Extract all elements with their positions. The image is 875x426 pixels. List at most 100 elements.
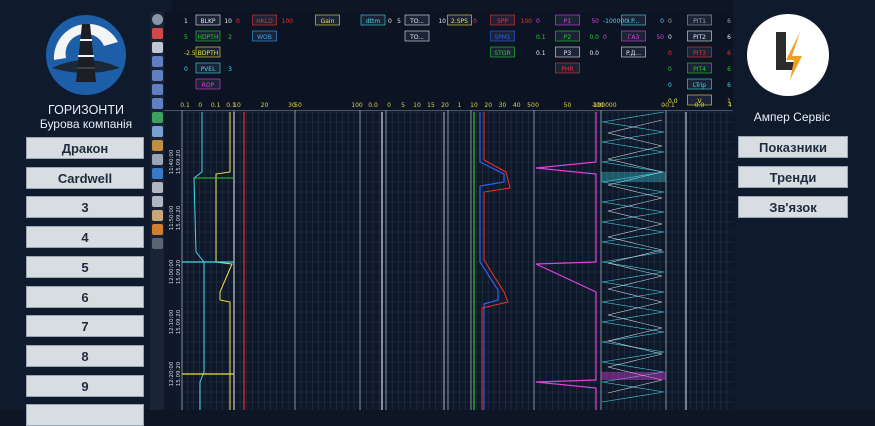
channel-name: I.P...	[627, 18, 639, 25]
channel-max: 50	[656, 34, 664, 41]
prev-page-icon[interactable]	[152, 70, 163, 81]
tools-icon[interactable]	[152, 224, 163, 235]
last-page-icon[interactable]	[152, 98, 163, 109]
indicators-button[interactable]: Показники	[738, 136, 848, 158]
channel-max: 3	[228, 66, 232, 73]
channel-name: HKLD	[256, 18, 273, 25]
channel-min: 0	[668, 82, 672, 89]
time-label-time: 12:00:00	[169, 259, 175, 284]
company-subtitle: Бурова компанія	[39, 117, 133, 131]
scale-tick: 0.1	[211, 102, 221, 109]
channel-name: BDPTH	[198, 50, 219, 57]
scale-tick: 10	[413, 102, 421, 109]
nav-button-5[interactable]: 5	[26, 256, 144, 278]
channel-min: 0	[603, 34, 607, 41]
zoom-icon[interactable]	[152, 112, 163, 123]
nav-button-8[interactable]: 8	[26, 345, 144, 367]
channel-max: 6	[727, 34, 731, 41]
scale-tick: 0	[198, 102, 202, 109]
channel-name: PIT3	[693, 50, 706, 57]
time-label-time: 11:40:00	[169, 149, 175, 174]
first-page-icon[interactable]	[152, 56, 163, 67]
time-label-date: 15.09.20	[176, 205, 182, 230]
nav-button-cardwell[interactable]: Cardwell	[26, 167, 144, 189]
channel-max: 100	[282, 18, 294, 25]
channel-max: 6	[727, 82, 731, 89]
list-icon[interactable]	[152, 182, 163, 193]
scale-tick: 0	[535, 102, 539, 109]
channel-mid: 5	[397, 18, 401, 25]
chart-toolbar	[150, 12, 164, 410]
channel-min: 0	[184, 66, 188, 73]
connection-button[interactable]: Зв'язок	[738, 196, 848, 218]
nav-button-7[interactable]: 7	[26, 315, 144, 337]
channel-name: HDPTH	[198, 34, 219, 41]
channel-min: 0	[388, 18, 392, 25]
nav-button-9[interactable]: 9	[26, 375, 144, 397]
settings-icon[interactable]	[152, 140, 163, 151]
scale-tick: 20	[484, 102, 492, 109]
channel-name: PIT1	[693, 18, 706, 25]
image-icon[interactable]	[152, 196, 163, 207]
channel-min: 0	[668, 50, 672, 57]
channel-max: 2	[228, 34, 232, 41]
channel-name: PHR	[561, 66, 573, 73]
channel-name: PVEL	[201, 66, 217, 73]
channel-name: P1	[564, 18, 572, 25]
channel-name: Gain	[321, 18, 335, 25]
nav-button-4[interactable]: 4	[26, 226, 144, 248]
print-icon[interactable]	[152, 28, 163, 39]
channel-min: 0	[668, 34, 672, 41]
save-icon[interactable]	[152, 168, 163, 179]
channel-name: dttm	[366, 18, 381, 25]
scale-tick: 4	[728, 102, 732, 109]
channel-max: 0.0	[589, 50, 599, 57]
time-label-time: 11:50:00	[169, 205, 175, 230]
scale-tick: 50	[294, 102, 302, 109]
next-page-icon[interactable]	[152, 84, 163, 95]
right-panel: Ампер Сервіс Показники Тренди Зв'язок	[733, 0, 875, 410]
scale-tick: 50	[527, 102, 535, 109]
channel-name: PIT2	[693, 34, 706, 41]
drilling-log-chart: BLKP1 10HDPTH5 2BDPTH-2.5PVEL0 3ROP0.1 0 0.1 0…	[164, 12, 733, 410]
channel-min: 0	[236, 18, 240, 25]
channel-name: STOR	[494, 50, 510, 57]
nav-button-partial[interactable]	[26, 404, 144, 426]
channel-max: 10	[438, 18, 446, 25]
company-name: ГОРИЗОНТИ	[48, 103, 124, 117]
scale-tick: 30	[499, 102, 507, 109]
expand-icon[interactable]	[152, 126, 163, 137]
amper-service-logo	[747, 14, 829, 96]
scale-tick: 1	[458, 102, 462, 109]
channel-name: TO...	[409, 18, 424, 25]
channel-max: 100	[521, 18, 533, 25]
header-background	[164, 12, 733, 110]
channel-name: ROP	[202, 82, 215, 89]
channel-max: 0	[660, 18, 664, 25]
channel-max: 6	[727, 66, 731, 73]
scale-tick: 15	[427, 102, 435, 109]
left-panel: ГОРИЗОНТИ Бурова компанія Дракон Cardwel…	[0, 0, 172, 426]
function-icon[interactable]	[152, 238, 163, 249]
scale-tick: 40	[513, 102, 521, 109]
help-icon[interactable]	[152, 14, 163, 25]
scale-tick: 0.0	[368, 102, 378, 109]
horyzonty-logo	[46, 15, 126, 95]
channel-min: -100000	[603, 18, 628, 25]
channel-max: 50	[591, 18, 599, 25]
channel-min: 5	[184, 34, 188, 41]
channel-min: 0	[473, 18, 477, 25]
nav-button-3[interactable]: 3	[26, 196, 144, 218]
channel-name: SPP	[497, 18, 508, 25]
document-icon[interactable]	[152, 42, 163, 53]
nav-button-6[interactable]: 6	[26, 286, 144, 308]
clock-icon[interactable]	[152, 154, 163, 165]
channel-min: 0.1	[536, 34, 546, 41]
channel-name: TO...	[409, 34, 424, 41]
amper-service-name: Ампер Сервіс	[753, 110, 831, 124]
export-icon[interactable]	[152, 210, 163, 221]
time-label-time: 12:10:00	[169, 309, 175, 334]
gas-band-2	[601, 372, 666, 380]
nav-button-drakon[interactable]: Дракон	[26, 137, 144, 159]
trends-button[interactable]: Тренди	[738, 166, 848, 188]
